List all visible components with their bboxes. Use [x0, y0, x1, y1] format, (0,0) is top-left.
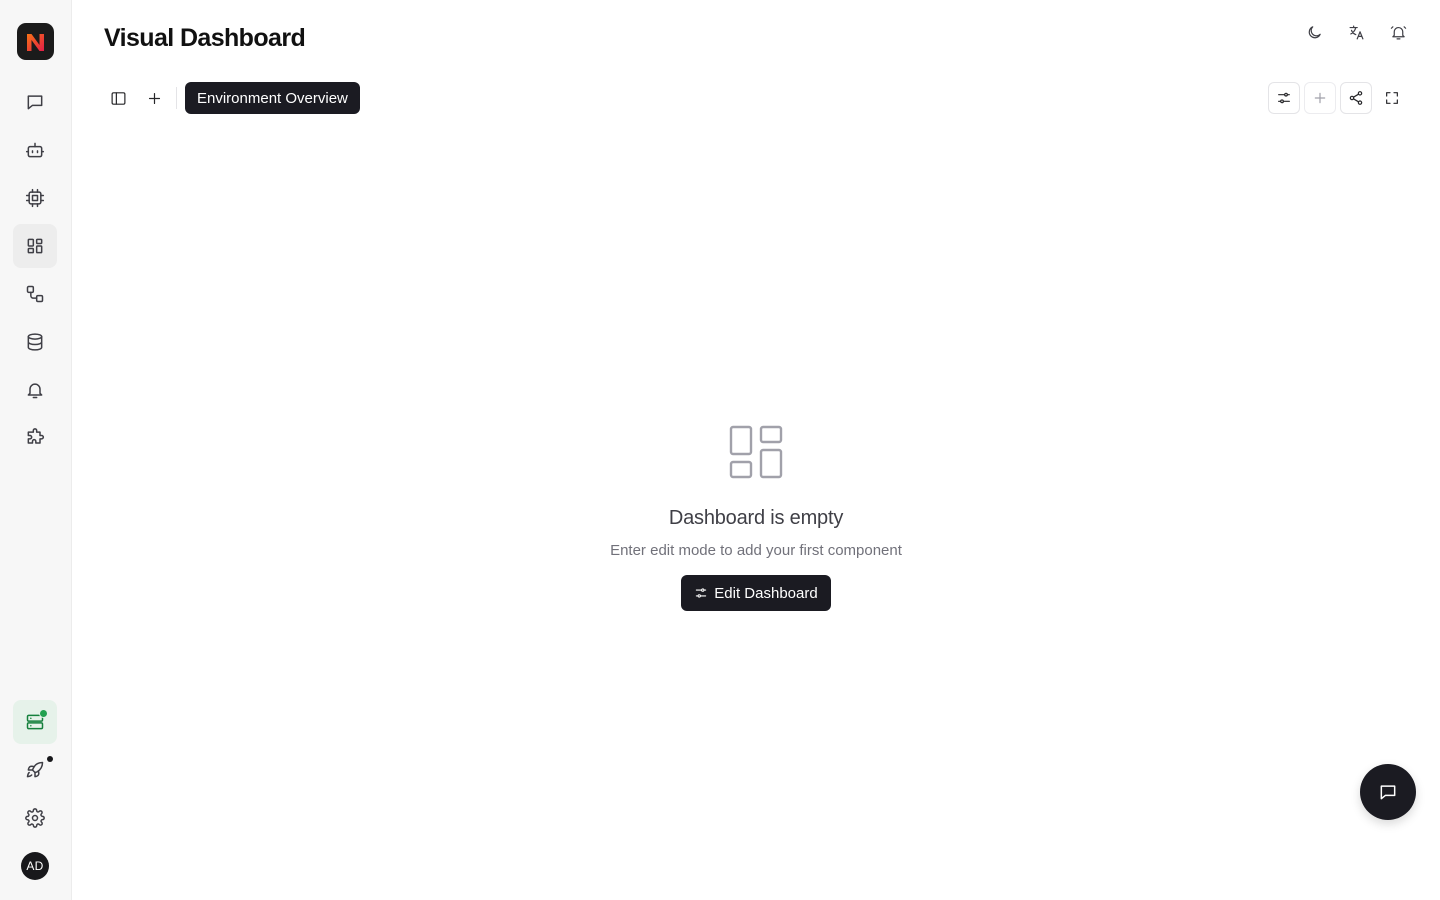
sidebar-item-data[interactable]: [13, 320, 57, 364]
plus-icon: [1314, 92, 1326, 104]
plus-icon: [148, 92, 160, 104]
notifications-button[interactable]: [1384, 20, 1412, 44]
sidebar-item-settings[interactable]: [13, 796, 57, 840]
rocket-icon: [26, 761, 44, 778]
sidebar-item-environment-status[interactable]: [13, 700, 57, 744]
sidebar-item-workflows[interactable]: [13, 272, 57, 316]
translate-icon: [1349, 25, 1363, 39]
user-avatar[interactable]: AD: [21, 852, 49, 880]
notification-dot: [47, 756, 53, 762]
sidebar-item-alerts[interactable]: [13, 368, 57, 412]
status-indicator-dot: [39, 709, 48, 718]
tab-environment-overview[interactable]: Environment Overview: [185, 82, 360, 114]
sidebar-item-dashboards[interactable]: [13, 224, 57, 268]
chat-fab-button[interactable]: [1360, 764, 1416, 820]
sliders-icon: [696, 588, 707, 598]
edit-mode-button[interactable]: [1268, 82, 1300, 114]
bell-icon: [1390, 25, 1406, 39]
expand-icon: [1386, 92, 1398, 104]
edit-dashboard-button[interactable]: Edit Dashboard: [681, 575, 831, 611]
chat-icon: [27, 95, 43, 110]
empty-state: Dashboard is empty Enter edit mode to ad…: [556, 424, 956, 611]
language-button[interactable]: [1342, 20, 1370, 44]
sliders-icon: [1278, 92, 1290, 104]
sidebar-item-plugins[interactable]: [13, 416, 57, 460]
sidebar-item-chat[interactable]: [13, 80, 57, 124]
dashboard-actions: [1268, 82, 1408, 114]
sidebar: AD: [0, 0, 72, 900]
logo-icon: [26, 33, 44, 51]
add-widget-button[interactable]: [1304, 82, 1336, 114]
sidebar-item-deploy[interactable]: [13, 748, 57, 792]
share-icon: [1349, 91, 1363, 105]
empty-state-title: Dashboard is empty: [668, 507, 844, 529]
fullscreen-button[interactable]: [1376, 82, 1408, 114]
edit-dashboard-label: Edit Dashboard: [714, 584, 818, 602]
theme-toggle-button[interactable]: [1300, 20, 1328, 44]
workflow-icon: [26, 285, 44, 303]
sidebar-item-models[interactable]: [13, 176, 57, 220]
empty-state-subtitle: Enter edit mode to add your first compon…: [610, 542, 902, 559]
empty-dashboard-icon: [728, 424, 784, 485]
sidebar-item-agents[interactable]: [13, 128, 57, 172]
dashboard-icon: [27, 238, 43, 254]
toggle-panel-button[interactable]: [104, 84, 132, 112]
bot-icon: [25, 142, 45, 158]
add-tab-button[interactable]: [140, 84, 168, 112]
puzzle-icon: [27, 428, 45, 444]
sidebar-panel-icon: [111, 91, 125, 105]
app-logo[interactable]: [17, 23, 54, 60]
moon-icon: [1308, 25, 1321, 38]
dashboard-toolbar: Environment Overview: [104, 82, 360, 114]
header-actions: [1300, 20, 1412, 44]
chat-icon: [1380, 785, 1396, 800]
gear-icon: [25, 808, 45, 828]
toolbar-divider: [176, 87, 177, 109]
page-title: Visual Dashboard: [104, 24, 306, 52]
bell-icon: [27, 383, 43, 399]
database-icon: [27, 333, 43, 351]
share-button[interactable]: [1340, 82, 1372, 114]
cpu-icon: [25, 188, 45, 208]
